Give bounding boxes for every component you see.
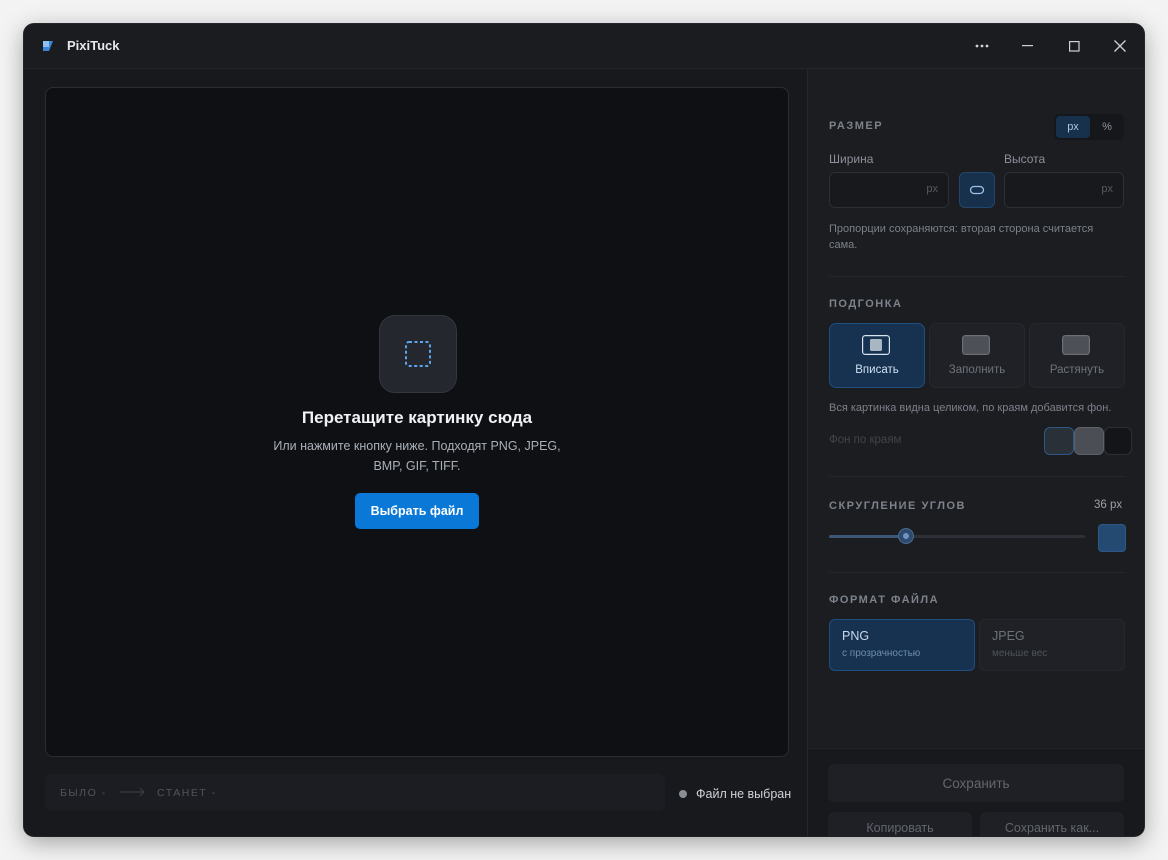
fit-option-label: Вписать bbox=[855, 364, 899, 376]
bg-swatch-black[interactable] bbox=[1104, 427, 1132, 455]
drop-zone-subtitle: Или нажмите кнопку ниже. Подходят PNG, J… bbox=[273, 439, 561, 473]
fit-option-fill[interactable]: Заполнить bbox=[929, 323, 1025, 388]
size-hint: Пропорции сохраняются: вторая сторона сч… bbox=[829, 223, 1094, 251]
width-input[interactable] bbox=[830, 173, 916, 207]
maximize-button[interactable] bbox=[1051, 24, 1097, 68]
close-icon bbox=[1114, 40, 1126, 52]
format-desc: с прозрачностью bbox=[842, 648, 921, 659]
fit-fill-icon bbox=[962, 335, 990, 355]
bg-swatch-gray[interactable] bbox=[1074, 427, 1104, 455]
unit-percent-button[interactable]: % bbox=[1092, 116, 1122, 138]
format-name: PNG bbox=[842, 629, 870, 643]
file-status-text: Файл не выбран bbox=[696, 787, 792, 801]
settings-panel: РАЗМЕР px % Ширина Высота px px Пропорци… bbox=[807, 69, 1144, 836]
more-icon bbox=[975, 44, 989, 48]
divider bbox=[829, 572, 1124, 573]
arrow-right-icon bbox=[120, 787, 145, 797]
copy-button[interactable]: Копировать bbox=[828, 812, 972, 836]
drop-zone[interactable]: Перетащите картинку сюда Или нажмите кно… bbox=[45, 87, 789, 757]
drop-zone-title: Перетащите картинку сюда bbox=[301, 408, 533, 427]
bg-swatch-transparent[interactable] bbox=[1044, 427, 1074, 455]
maximize-icon bbox=[1068, 40, 1080, 52]
size-section-title: РАЗМЕР bbox=[829, 120, 884, 132]
save-button[interactable]: Сохранить bbox=[828, 764, 1124, 802]
format-option-png[interactable]: PNG с прозрачностью bbox=[829, 619, 975, 671]
corner-radius-slider-fill bbox=[829, 535, 906, 538]
will-size: СТАНЕТ - bbox=[157, 787, 217, 799]
app-window: PixiTuck Перетащите картинку сюда Или на… bbox=[24, 24, 1144, 836]
save-as-button[interactable]: Сохранить как... bbox=[980, 812, 1124, 836]
height-label: Высота bbox=[1004, 152, 1046, 166]
corner-radius-preview bbox=[1098, 524, 1126, 552]
divider bbox=[829, 476, 1124, 477]
corner-radius-value: 36 px bbox=[1094, 499, 1123, 511]
size-comparison-bar: БЫЛО - СТАНЕТ - bbox=[45, 774, 665, 811]
background-label: Фон по краям bbox=[829, 434, 902, 446]
width-field: px bbox=[829, 172, 949, 208]
height-input[interactable] bbox=[1005, 173, 1091, 207]
app-logo-icon bbox=[43, 41, 53, 51]
more-options-button[interactable] bbox=[959, 24, 1005, 68]
selection-frame-icon bbox=[405, 341, 431, 367]
link-icon bbox=[969, 185, 985, 195]
lock-aspect-button[interactable] bbox=[959, 172, 995, 208]
title-bar[interactable]: PixiTuck bbox=[24, 24, 1144, 69]
corner-radius-slider-track[interactable] bbox=[829, 535, 1085, 538]
drop-image-icon-box bbox=[379, 315, 457, 393]
fit-section-title: ПОДГОНКА bbox=[829, 298, 903, 310]
width-unit: px bbox=[926, 183, 938, 195]
fit-hint: Вся картинка видна целиком, по краям доб… bbox=[829, 402, 1112, 414]
unit-px-button[interactable]: px bbox=[1056, 116, 1090, 138]
fit-option-label: Растянуть bbox=[1049, 364, 1105, 376]
height-unit: px bbox=[1101, 183, 1113, 195]
minimize-button[interactable] bbox=[1005, 24, 1051, 68]
corner-section-title: СКРУГЛЕНИЕ УГЛОВ bbox=[829, 500, 966, 512]
fit-option-stretch[interactable]: Растянуть bbox=[1029, 323, 1125, 388]
format-name: JPEG bbox=[992, 629, 1025, 643]
action-footer: Сохранить Копировать Сохранить как... bbox=[808, 748, 1144, 836]
fit-stretch-icon bbox=[1062, 335, 1090, 355]
was-size: БЫЛО - bbox=[60, 787, 107, 799]
format-section-title: ФОРМАТ ФАЙЛА bbox=[829, 594, 940, 606]
unit-toggle: px % bbox=[1054, 114, 1124, 140]
fit-contain-icon bbox=[862, 335, 890, 355]
corner-radius-slider-thumb[interactable] bbox=[897, 528, 914, 544]
fit-option-label: Заполнить bbox=[948, 364, 1006, 376]
height-field: px bbox=[1004, 172, 1124, 208]
width-label: Ширина bbox=[829, 152, 874, 166]
format-desc: меньше вес bbox=[992, 648, 1048, 659]
app-title: PixiTuck bbox=[67, 38, 120, 53]
format-option-jpeg[interactable]: JPEG меньше вес bbox=[979, 619, 1125, 671]
file-status: Файл не выбран bbox=[679, 787, 791, 801]
status-dot-icon bbox=[679, 790, 687, 798]
fit-option-contain[interactable]: Вписать bbox=[829, 323, 925, 388]
divider bbox=[829, 276, 1124, 277]
choose-file-button[interactable]: Выбрать файл bbox=[355, 493, 479, 529]
close-button[interactable] bbox=[1097, 24, 1143, 68]
minimize-icon bbox=[1022, 45, 1033, 47]
